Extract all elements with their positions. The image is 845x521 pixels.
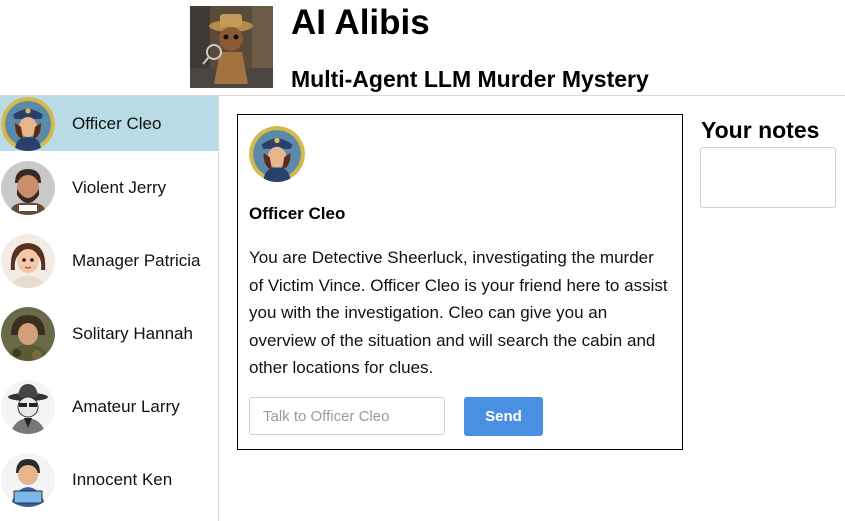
- sidebar-item-solitary-hannah[interactable]: Solitary Hannah: [0, 297, 218, 370]
- bearded-man-avatar-icon: [1, 160, 55, 215]
- sidebar-item-label: Violent Jerry: [72, 177, 167, 197]
- sidebar-item-label: Manager Patricia: [72, 250, 201, 270]
- sidebar-item-officer-cleo[interactable]: Officer Cleo: [0, 96, 218, 151]
- send-button[interactable]: Send: [464, 397, 543, 436]
- sidebar-item-manager-patricia[interactable]: Manager Patricia: [0, 224, 218, 297]
- app-title: AI Alibis: [291, 3, 430, 42]
- camouflage-woman-avatar-icon: [1, 306, 55, 361]
- sidebar-item-label: Amateur Larry: [72, 396, 180, 416]
- boy-with-sign-avatar-icon: [1, 452, 55, 507]
- sidebar-item-label: Innocent Ken: [72, 469, 173, 489]
- woman-avatar-icon: [1, 233, 55, 288]
- sidebar-item-innocent-ken[interactable]: Innocent Ken: [0, 443, 218, 516]
- notes-title: Your notes: [701, 117, 820, 143]
- sidebar-item-violent-jerry[interactable]: Violent Jerry: [0, 151, 218, 224]
- character-name: Officer Cleo: [249, 204, 346, 223]
- sidebar-item-label: Officer Cleo: [72, 113, 162, 133]
- sidebar-item-label: Solitary Hannah: [72, 323, 193, 343]
- sidebar-item-amateur-larry[interactable]: Amateur Larry: [0, 370, 218, 443]
- character-chat-card: Officer Cleo You are Detective Sheerluck…: [237, 114, 683, 450]
- police-officer-avatar-icon: [249, 126, 305, 182]
- app-subtitle: Multi-Agent LLM Murder Mystery: [291, 66, 649, 92]
- app-header: AI Alibis Multi-Agent LLM Murder Mystery: [0, 0, 845, 96]
- notes-textarea[interactable]: [700, 147, 836, 208]
- character-message: You are Detective Sheerluck, investigati…: [249, 248, 668, 377]
- detective-logo-icon: [190, 6, 273, 88]
- character-sidebar: Officer Cleo Violent Jerry Manager Patri…: [0, 96, 219, 521]
- police-officer-avatar-icon: [1, 96, 55, 151]
- chat-input[interactable]: [249, 397, 445, 435]
- fedora-detective-avatar-icon: [1, 379, 55, 434]
